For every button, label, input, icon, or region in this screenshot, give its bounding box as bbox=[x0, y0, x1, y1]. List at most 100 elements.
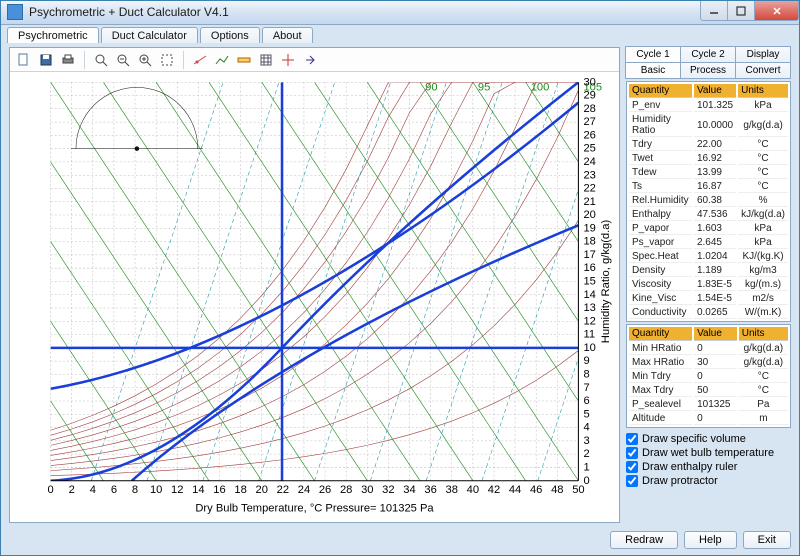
svg-text:42: 42 bbox=[488, 484, 500, 496]
svg-text:16: 16 bbox=[213, 484, 225, 496]
maximize-button[interactable] bbox=[727, 1, 755, 21]
grid-icon[interactable] bbox=[256, 50, 276, 70]
table-row[interactable]: P_vapor1.603kPa bbox=[629, 223, 788, 235]
table-row[interactable]: P_env101.325kPa bbox=[629, 100, 788, 112]
zoom-area-icon[interactable] bbox=[157, 50, 177, 70]
table-row[interactable]: Max HRatio30g/kg(d.a) bbox=[629, 357, 788, 369]
svg-text:23: 23 bbox=[583, 170, 595, 182]
svg-text:12: 12 bbox=[171, 484, 183, 496]
tab-duct-calculator[interactable]: Duct Calculator bbox=[101, 27, 198, 44]
svg-text:1: 1 bbox=[583, 462, 589, 474]
chk-wet-bulb[interactable]: Draw wet bulb temperature bbox=[626, 446, 791, 460]
redraw-button[interactable]: Redraw bbox=[610, 531, 678, 549]
svg-text:11: 11 bbox=[583, 329, 595, 341]
arrows-icon[interactable] bbox=[300, 50, 320, 70]
table-row[interactable]: Twet16.92°C bbox=[629, 153, 788, 165]
chk-enthalpy-ruler[interactable]: Draw enthalpy ruler bbox=[626, 460, 791, 474]
svg-text:10: 10 bbox=[583, 342, 595, 354]
table-row[interactable]: Density1.189kg/m3 bbox=[629, 265, 788, 277]
svg-text:12: 12 bbox=[583, 316, 595, 328]
table-row[interactable]: Enthalpy47.536kJ/kg(d.a) bbox=[629, 209, 788, 221]
zoom-reset-icon[interactable] bbox=[91, 50, 111, 70]
zoom-in-icon[interactable] bbox=[135, 50, 155, 70]
svg-text:10: 10 bbox=[150, 484, 162, 496]
svg-text:0: 0 bbox=[583, 475, 589, 487]
tab-cycle2[interactable]: Cycle 2 bbox=[680, 46, 736, 63]
svg-text:25: 25 bbox=[583, 143, 595, 155]
table-row[interactable]: Tdew13.99°C bbox=[629, 167, 788, 179]
svg-text:48: 48 bbox=[551, 484, 563, 496]
table-row[interactable]: Ts16.87°C bbox=[629, 181, 788, 193]
table-row[interactable]: Ps_vapor2.645kPa bbox=[629, 237, 788, 249]
svg-text:100: 100 bbox=[531, 82, 550, 94]
y-axis-label: Humidity Ratio, g/kg(d.a) bbox=[600, 220, 612, 344]
svg-text:44: 44 bbox=[509, 484, 521, 496]
svg-text:32: 32 bbox=[382, 484, 394, 496]
svg-text:19: 19 bbox=[583, 223, 595, 235]
svg-text:28: 28 bbox=[583, 103, 595, 115]
svg-text:3: 3 bbox=[583, 435, 589, 447]
save-icon[interactable] bbox=[36, 50, 56, 70]
svg-text:18: 18 bbox=[583, 236, 595, 248]
ranges-table: QuantityValueUnits Min HRatio0g/kg(d.a)M… bbox=[626, 324, 791, 428]
chart-toolbar bbox=[10, 48, 619, 72]
tab-cycle1[interactable]: Cycle 1 bbox=[625, 46, 681, 63]
tab-basic[interactable]: Basic bbox=[625, 62, 681, 79]
help-button[interactable]: Help bbox=[684, 531, 737, 549]
app-icon bbox=[7, 4, 23, 20]
new-icon[interactable] bbox=[14, 50, 34, 70]
tab-convert[interactable]: Convert bbox=[735, 62, 791, 79]
main-tabs: Psychrometric Duct Calculator Options Ab… bbox=[1, 25, 799, 44]
svg-text:28: 28 bbox=[340, 484, 352, 496]
x-axis-label: Dry Bulb Temperature, °C Pressure= 10132… bbox=[195, 503, 434, 515]
table-row[interactable]: Conductivity0.0265W/(m.K) bbox=[629, 307, 788, 319]
svg-text:18: 18 bbox=[234, 484, 246, 496]
tab-options[interactable]: Options bbox=[200, 27, 260, 44]
chart-line-icon[interactable] bbox=[212, 50, 232, 70]
table-row[interactable]: P_sealevel101325Pa bbox=[629, 399, 788, 411]
svg-text:5: 5 bbox=[583, 409, 589, 421]
table-row[interactable]: Viscosity1.83E-5kg/(m.s) bbox=[629, 279, 788, 291]
table-row[interactable]: Max Tdry50°C bbox=[629, 385, 788, 397]
svg-text:20: 20 bbox=[256, 484, 268, 496]
chk-protractor[interactable]: Draw protractor bbox=[626, 474, 791, 488]
svg-text:34: 34 bbox=[403, 484, 415, 496]
zoom-out-icon[interactable] bbox=[113, 50, 133, 70]
svg-text:4: 4 bbox=[90, 484, 96, 496]
psychrometric-chart[interactable]: 9095100105110115120 kJ/kg(d.a) 024681012… bbox=[10, 72, 619, 522]
svg-text:38: 38 bbox=[446, 484, 458, 496]
print-icon[interactable] bbox=[58, 50, 78, 70]
svg-text:17: 17 bbox=[583, 249, 595, 261]
minimize-button[interactable] bbox=[700, 1, 728, 21]
tab-process[interactable]: Process bbox=[680, 62, 736, 79]
ruler-icon[interactable] bbox=[234, 50, 254, 70]
svg-text:14: 14 bbox=[192, 484, 204, 496]
svg-text:36: 36 bbox=[424, 484, 436, 496]
table-row[interactable]: Spec.Heat1.0204KJ/(kg.K) bbox=[629, 251, 788, 263]
tab-display[interactable]: Display bbox=[735, 46, 791, 63]
crosshair-icon[interactable] bbox=[190, 50, 210, 70]
tab-about[interactable]: About bbox=[262, 27, 313, 44]
titlebar: Psychrometric + Duct Calculator V4.1 bbox=[1, 1, 799, 25]
svg-text:9: 9 bbox=[583, 356, 589, 368]
table-row[interactable]: Rel.Humidity60.38% bbox=[629, 195, 788, 207]
properties-table: QuantityValueUnits P_env101.325kPaHumidi… bbox=[626, 81, 791, 322]
tab-psychrometric[interactable]: Psychrometric bbox=[7, 27, 99, 44]
svg-text:22: 22 bbox=[583, 183, 595, 195]
chk-spec-volume[interactable]: Draw specific volume bbox=[626, 432, 791, 446]
svg-text:6: 6 bbox=[111, 484, 117, 496]
table-row[interactable]: Tdry22.00°C bbox=[629, 139, 788, 151]
svg-text:26: 26 bbox=[319, 484, 331, 496]
table-row[interactable]: Min Tdry0°C bbox=[629, 371, 788, 383]
svg-text:2: 2 bbox=[69, 484, 75, 496]
exit-button[interactable]: Exit bbox=[743, 531, 791, 549]
target-icon[interactable] bbox=[278, 50, 298, 70]
table-row[interactable]: Min HRatio0g/kg(d.a) bbox=[629, 343, 788, 355]
svg-text:27: 27 bbox=[583, 117, 595, 129]
side-panel: Cycle 1 Cycle 2 Display Basic Process Co… bbox=[626, 47, 791, 523]
table-row[interactable]: Humidity Ratio10.0000g/kg(d.a) bbox=[629, 114, 788, 137]
table-row[interactable]: Kine_Visc1.54E-5m2/s bbox=[629, 293, 788, 305]
table-row[interactable]: Altitude0m bbox=[629, 413, 788, 425]
close-button[interactable] bbox=[754, 1, 799, 21]
svg-text:8: 8 bbox=[583, 369, 589, 381]
